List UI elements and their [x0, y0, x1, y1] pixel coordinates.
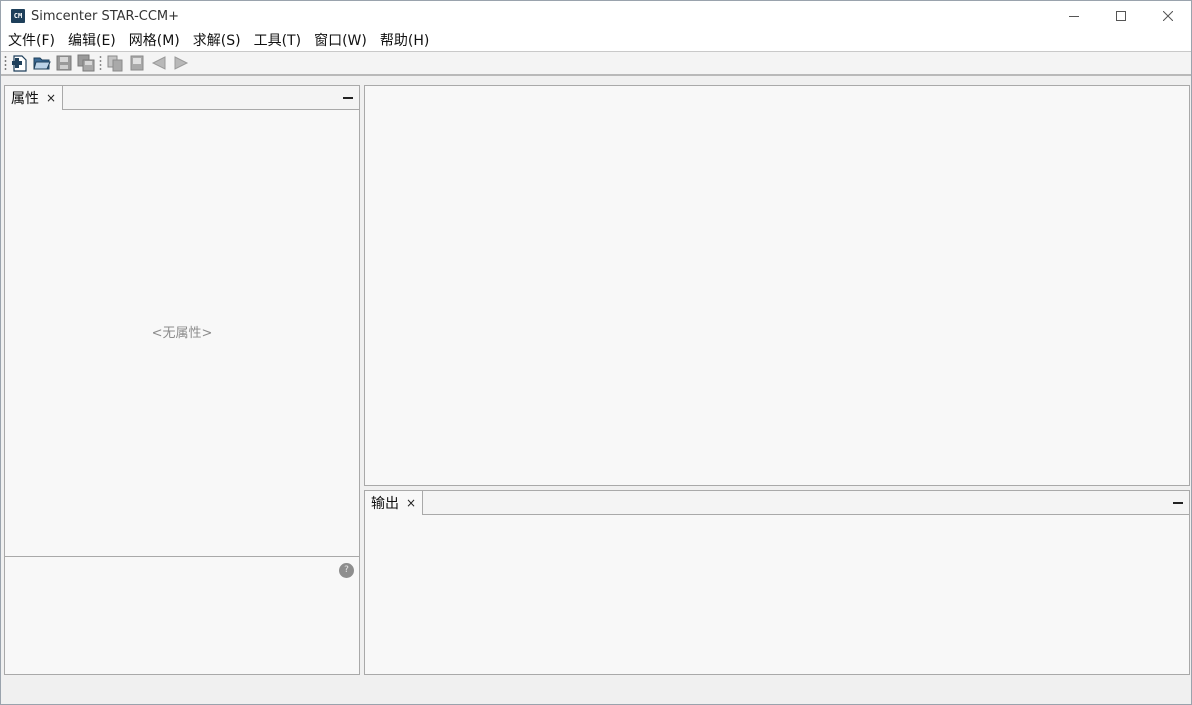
- toolbar: [1, 51, 1191, 76]
- copy-icon: [107, 55, 123, 72]
- menu-window[interactable]: 窗口(W): [307, 31, 373, 51]
- app-logo-icon: CM: [11, 9, 25, 23]
- properties-content: <无属性>: [5, 110, 359, 556]
- tab-properties[interactable]: 属性 ×: [5, 86, 64, 110]
- menu-edit[interactable]: 编辑(E): [61, 31, 122, 51]
- tab-output[interactable]: 输出 ×: [365, 491, 424, 515]
- menu-help[interactable]: 帮助(H): [373, 31, 435, 51]
- save-icon: [56, 55, 72, 71]
- forward-button[interactable]: [170, 52, 192, 74]
- window-title: Simcenter STAR-CCM+: [31, 8, 180, 24]
- close-icon: [1162, 11, 1173, 21]
- properties-tabstrip: 属性 ×: [5, 86, 359, 110]
- save-button[interactable]: [53, 52, 75, 74]
- back-button[interactable]: [148, 52, 170, 74]
- status-bar: [1, 677, 1191, 704]
- menu-mesh[interactable]: 网格(M): [122, 31, 186, 51]
- open-button[interactable]: [31, 52, 53, 74]
- minimize-window-button[interactable]: [1050, 1, 1097, 31]
- toolbar-separator: [99, 55, 102, 71]
- back-arrow-icon: [151, 56, 166, 70]
- window-controls: [1050, 1, 1191, 31]
- forward-arrow-icon: [174, 56, 189, 70]
- properties-panel: 属性 × <无属性> ?: [4, 85, 360, 675]
- output-tab-label: 输出: [371, 496, 399, 512]
- close-output-tab-icon[interactable]: ×: [406, 496, 416, 510]
- graphics-window[interactable]: [364, 85, 1190, 486]
- copy-button[interactable]: [104, 52, 126, 74]
- save-as-icon: [77, 54, 95, 72]
- menu-file[interactable]: 文件(F): [1, 31, 61, 51]
- close-properties-tab-icon[interactable]: ×: [46, 91, 56, 105]
- save-as-button[interactable]: [75, 52, 97, 74]
- minimize-icon: [1068, 16, 1079, 17]
- minimize-properties-panel-button[interactable]: [343, 97, 353, 99]
- close-window-button[interactable]: [1144, 1, 1191, 31]
- menu-tools[interactable]: 工具(T): [247, 31, 307, 51]
- paste-button[interactable]: [126, 52, 148, 74]
- minimize-output-panel-button[interactable]: [1173, 502, 1183, 504]
- open-folder-icon: [33, 57, 51, 70]
- title-bar: CM Simcenter STAR-CCM+: [1, 1, 1191, 31]
- output-tabstrip: 输出 ×: [365, 491, 1189, 515]
- help-icon[interactable]: ?: [339, 563, 354, 578]
- new-simulation-button[interactable]: [9, 52, 31, 74]
- paste-icon: [130, 55, 144, 71]
- output-content[interactable]: [365, 515, 1189, 674]
- property-description-area: ?: [5, 556, 359, 674]
- menu-solve[interactable]: 求解(S): [186, 31, 247, 51]
- main-window: CM Simcenter STAR-CCM+ 文件(F) 编辑(E) 网格(M)…: [0, 0, 1192, 705]
- maximize-icon: [1115, 11, 1126, 21]
- toolbar-grip[interactable]: [4, 55, 7, 71]
- menu-bar: 文件(F) 编辑(E) 网格(M) 求解(S) 工具(T) 窗口(W) 帮助(H…: [1, 31, 1191, 51]
- new-simulation-icon: [12, 55, 27, 72]
- maximize-window-button[interactable]: [1097, 1, 1144, 31]
- output-panel: 输出 ×: [364, 490, 1190, 675]
- no-properties-text: <无属性>: [151, 326, 213, 341]
- properties-tab-label: 属性: [11, 91, 39, 107]
